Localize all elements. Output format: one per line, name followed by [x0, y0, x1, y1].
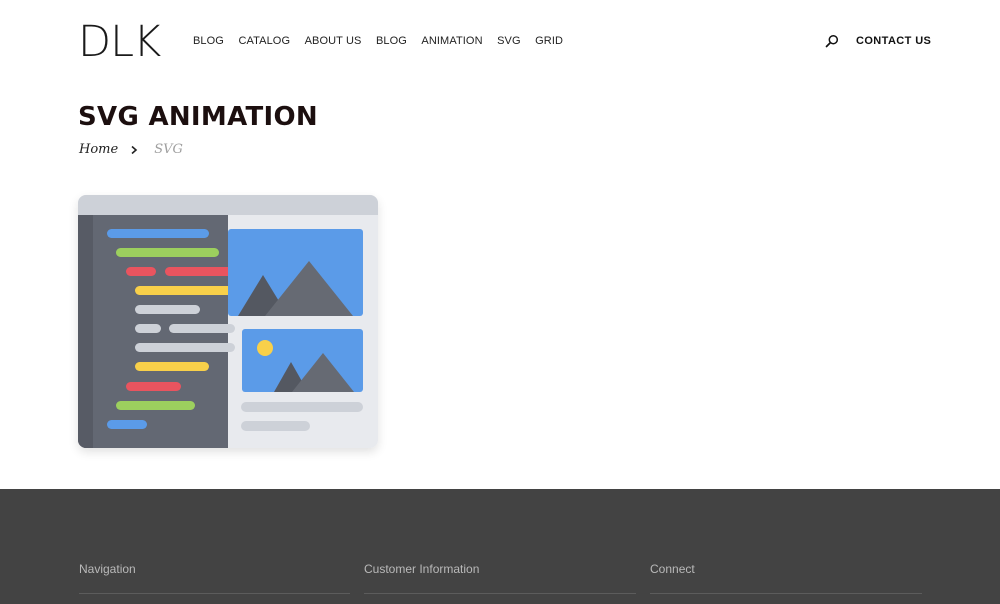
page-title: SVG ANIMATION: [78, 102, 318, 132]
contact-us-link[interactable]: CONTACT US: [856, 35, 931, 47]
search-button[interactable]: [825, 34, 839, 48]
breadcrumb-current: SVG: [154, 142, 183, 157]
nav-item-blog[interactable]: BLOG: [193, 34, 224, 48]
code-editor-illustration: [78, 195, 378, 448]
footer-heading-customer-information: Customer Information: [364, 562, 480, 576]
footer-heading-navigation: Navigation: [79, 562, 136, 576]
nav-item-animation[interactable]: ANIMATION: [421, 34, 482, 48]
chevron-right-icon: [130, 145, 144, 155]
site-logo[interactable]: DLK: [78, 21, 161, 64]
site-header: DLK BLOG CATALOG ABOUT US BLOG ANIMATION…: [0, 0, 1000, 84]
nav-item-grid[interactable]: GRID: [535, 34, 563, 48]
main-navigation: BLOG CATALOG ABOUT US BLOG ANIMATION SVG…: [193, 34, 578, 48]
breadcrumb: Home SVG: [79, 142, 183, 157]
nav-item-blog-2[interactable]: BLOG: [376, 34, 407, 48]
footer-divider: [79, 593, 350, 594]
footer-divider: [650, 593, 922, 594]
nav-item-about-us[interactable]: ABOUT US: [305, 34, 362, 48]
nav-item-catalog[interactable]: CATALOG: [238, 34, 290, 48]
footer-heading-connect: Connect: [650, 562, 695, 576]
breadcrumb-home-link[interactable]: Home: [79, 142, 118, 157]
nav-item-svg[interactable]: SVG: [497, 34, 521, 48]
footer-divider: [364, 593, 636, 594]
search-icon: [825, 34, 839, 48]
site-footer: Navigation Customer Information Connect: [0, 489, 1000, 604]
svg-animation-card[interactable]: [78, 195, 378, 448]
